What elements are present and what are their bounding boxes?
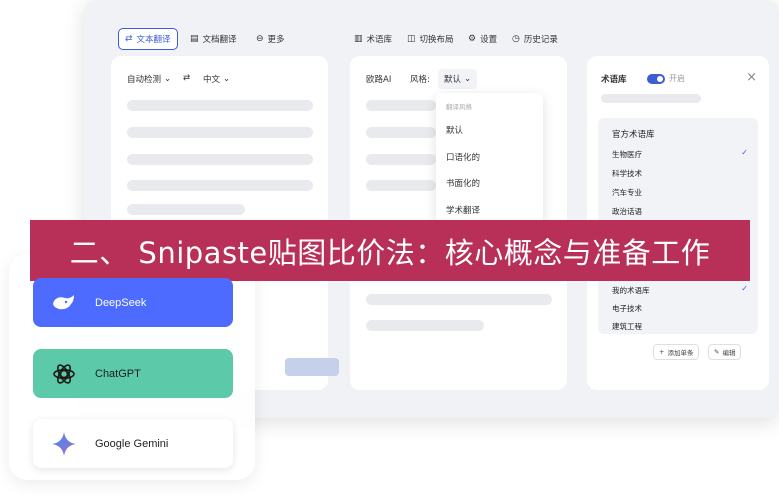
toggle-label: 开启 bbox=[669, 74, 685, 83]
ai-card-label: DeepSeek bbox=[95, 296, 147, 309]
add-term-button[interactable]: + 添加单条 bbox=[653, 344, 700, 360]
toolbar-settings[interactable]: ⚙ 设置 bbox=[468, 28, 497, 50]
chevron-down-icon: ⌄ bbox=[223, 74, 231, 84]
swap-button[interactable]: ⇄ bbox=[183, 73, 190, 83]
target-lang-label: 中文 bbox=[203, 75, 221, 85]
check-icon: ✓ bbox=[741, 284, 748, 293]
term-item[interactable]: 建筑工程 bbox=[612, 321, 642, 332]
ai-card-label: ChatGPT bbox=[95, 367, 141, 380]
toolbar: ⇄ 文本翻译 ▤ 文档翻译 ⊖ 更多 ▥ 术语库 ◫ 切换布局 ⚙ 设置 ◷ 历… bbox=[84, 28, 779, 52]
translate-icon: ⇄ bbox=[125, 33, 133, 44]
term-item[interactable]: 我的术语库 bbox=[612, 285, 650, 296]
close-icon[interactable]: × bbox=[746, 70, 757, 85]
skeleton-line bbox=[366, 180, 436, 191]
sparkle-icon bbox=[51, 431, 77, 457]
ai-card-label: Google Gemini bbox=[95, 437, 169, 450]
document-icon: ▤ bbox=[190, 33, 199, 44]
skeleton-line bbox=[366, 154, 436, 165]
tab-label: 更多 bbox=[267, 35, 285, 45]
dropdown-option[interactable]: 书面化的 bbox=[446, 177, 480, 189]
term-item[interactable]: 政治话语 bbox=[612, 206, 642, 217]
glossary-toggle[interactable]: 开启 bbox=[647, 73, 685, 84]
tab-label: 文本翻译 bbox=[136, 35, 171, 45]
edit-button[interactable]: ✎ 编辑 bbox=[708, 344, 742, 360]
chevron-down-icon: ⌄ bbox=[464, 74, 472, 84]
term-item[interactable]: 汽车专业 bbox=[612, 187, 642, 198]
toolbar-glossary[interactable]: ▥ 术语库 bbox=[354, 28, 392, 50]
openai-icon bbox=[51, 361, 77, 387]
settings-icon: ⚙ bbox=[468, 33, 477, 44]
layout-icon: ◫ bbox=[407, 33, 416, 44]
toolbar-label: 设置 bbox=[480, 35, 498, 45]
tab-text-translate[interactable]: ⇄ 文本翻译 bbox=[118, 28, 178, 50]
check-icon: ✓ bbox=[741, 148, 748, 157]
history-icon: ◷ bbox=[512, 33, 520, 44]
term-item[interactable]: 电子技术 bbox=[612, 303, 642, 314]
ai-card-gemini[interactable]: Google Gemini bbox=[33, 419, 233, 468]
skeleton-line bbox=[127, 154, 313, 165]
skeleton-line bbox=[366, 100, 436, 111]
tab-more[interactable]: ⊖ 更多 bbox=[256, 28, 285, 50]
style-dropdown: 翻译风格 默认 口语化的 书面化的 学术翻译 bbox=[436, 93, 543, 228]
add-term-label: 添加单条 bbox=[667, 349, 694, 357]
edit-label: 编辑 bbox=[722, 349, 736, 357]
tab-label: 文档翻译 bbox=[202, 35, 237, 45]
engine-label: 欧路AI bbox=[366, 73, 391, 85]
term-item[interactable]: 科学技术 bbox=[612, 168, 642, 179]
tab-document-translate[interactable]: ▤ 文档翻译 bbox=[190, 28, 237, 50]
skeleton-line bbox=[127, 127, 313, 138]
translate-button[interactable] bbox=[285, 358, 339, 376]
toolbar-history[interactable]: ◷ 历史记录 bbox=[512, 28, 558, 50]
skeleton-line bbox=[366, 320, 484, 331]
style-selector[interactable]: 默认 ⌄ bbox=[438, 69, 478, 89]
toolbar-label: 术语库 bbox=[366, 35, 393, 45]
dropdown-option[interactable]: 学术翻译 bbox=[446, 204, 480, 216]
style-label: 风格: bbox=[410, 73, 430, 85]
dropdown-option[interactable]: 口语化的 bbox=[446, 151, 480, 163]
toggle-switch[interactable] bbox=[647, 73, 665, 84]
toolbar-label: 历史记录 bbox=[523, 35, 558, 45]
style-label-text: 风格: bbox=[410, 75, 430, 85]
style-value: 默认 bbox=[444, 75, 462, 85]
skeleton-line bbox=[127, 180, 313, 191]
skeleton-line bbox=[366, 294, 552, 305]
swap-icon: ⇄ bbox=[183, 73, 191, 83]
term-item[interactable]: 生物医疗 bbox=[612, 149, 642, 160]
skeleton-line bbox=[127, 100, 313, 111]
ai-card-deepseek[interactable]: DeepSeek bbox=[33, 278, 233, 327]
chevron-down-icon: ⌄ bbox=[164, 74, 172, 84]
term-list-title: 官方术语库 bbox=[612, 130, 655, 140]
dropdown-header: 翻译风格 bbox=[446, 103, 472, 111]
banner-title: 二、 Snipaste贴图比价法：核心概念与准备工作 bbox=[30, 220, 750, 281]
source-lang-selector[interactable]: 自动检测 ⌄ bbox=[127, 73, 171, 85]
book-icon: ▥ bbox=[354, 33, 363, 44]
whale-icon bbox=[51, 290, 77, 316]
edit-icon: ✎ bbox=[714, 348, 720, 356]
skeleton-line bbox=[127, 204, 245, 215]
glossary-title: 术语库 bbox=[601, 75, 627, 85]
source-lang-label: 自动检测 bbox=[127, 75, 162, 85]
skeleton-line bbox=[601, 94, 701, 103]
more-icon: ⊖ bbox=[256, 33, 264, 44]
target-lang-selector[interactable]: 中文 ⌄ bbox=[203, 73, 230, 85]
toolbar-label: 切换布局 bbox=[419, 35, 454, 45]
engine-name: 欧路AI bbox=[366, 75, 392, 85]
skeleton-line bbox=[366, 127, 436, 138]
plus-icon: + bbox=[659, 348, 665, 356]
dropdown-option[interactable]: 默认 bbox=[446, 124, 463, 136]
toolbar-switch-layout[interactable]: ◫ 切换布局 bbox=[407, 28, 454, 50]
ai-card-chatgpt[interactable]: ChatGPT bbox=[33, 349, 233, 398]
